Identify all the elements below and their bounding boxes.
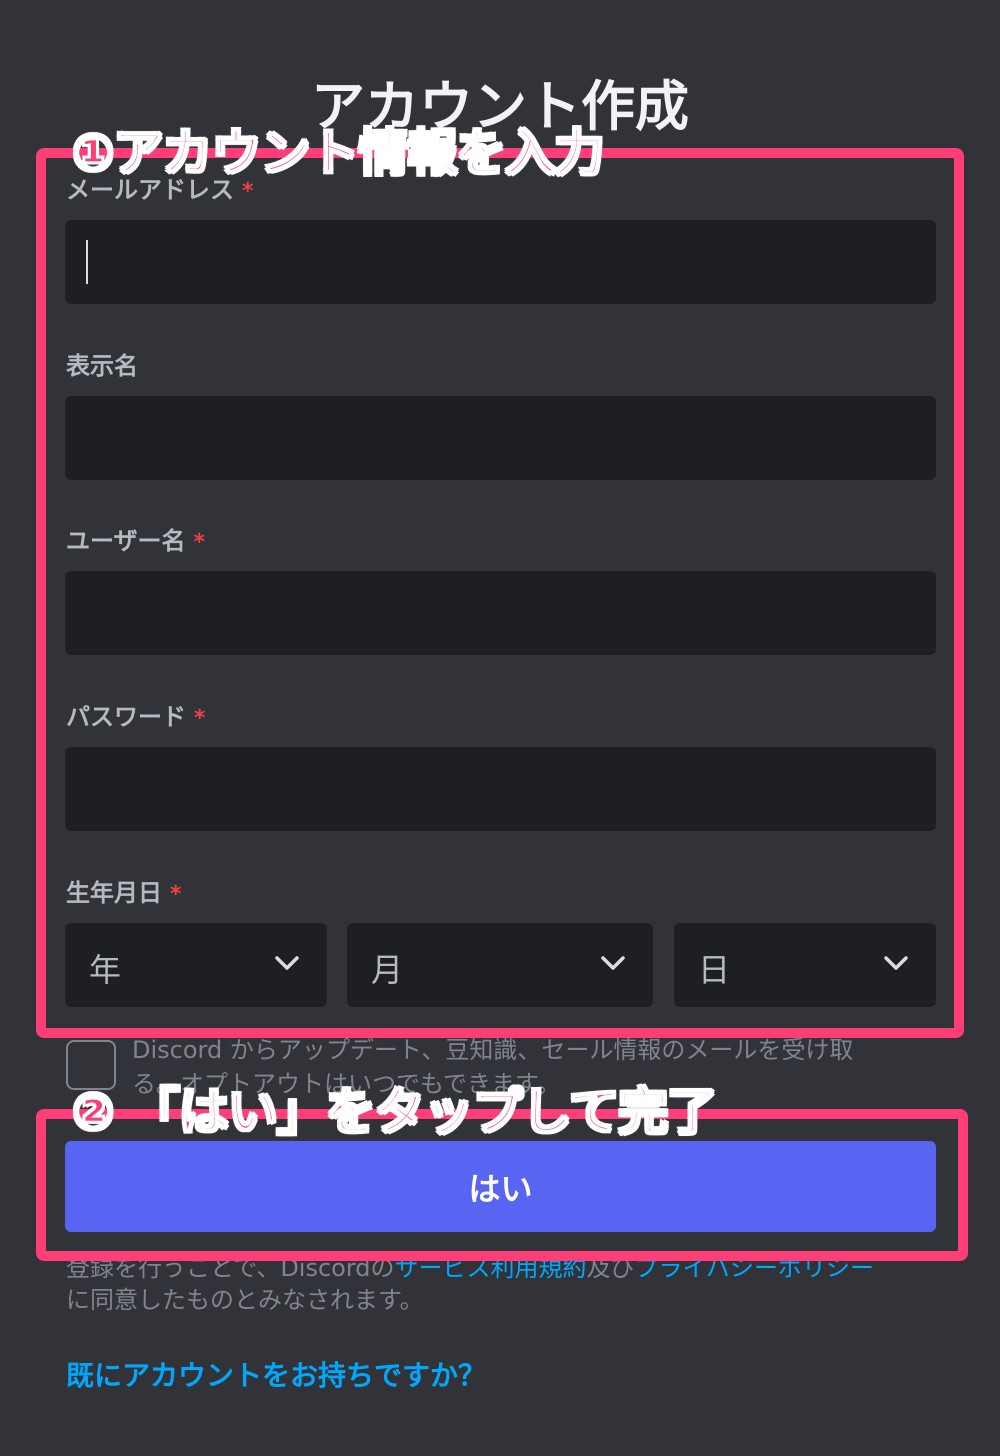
terms-suffix: に同意したものとみなされます。 <box>66 1286 424 1314</box>
login-link[interactable]: 既にアカウントをお持ちですか？ <box>66 1354 486 1394</box>
annotation-box-step1 <box>36 148 964 1038</box>
terms-notice: 登録を行うことで、Discordのサービス利用規約及びプライバシーポリシー に同… <box>66 1252 936 1316</box>
annotation-step1-label: ①アカウント情報を入力 <box>71 123 605 183</box>
annotation-step2-label: ② 「はい」をタップして完了 <box>71 1082 718 1142</box>
